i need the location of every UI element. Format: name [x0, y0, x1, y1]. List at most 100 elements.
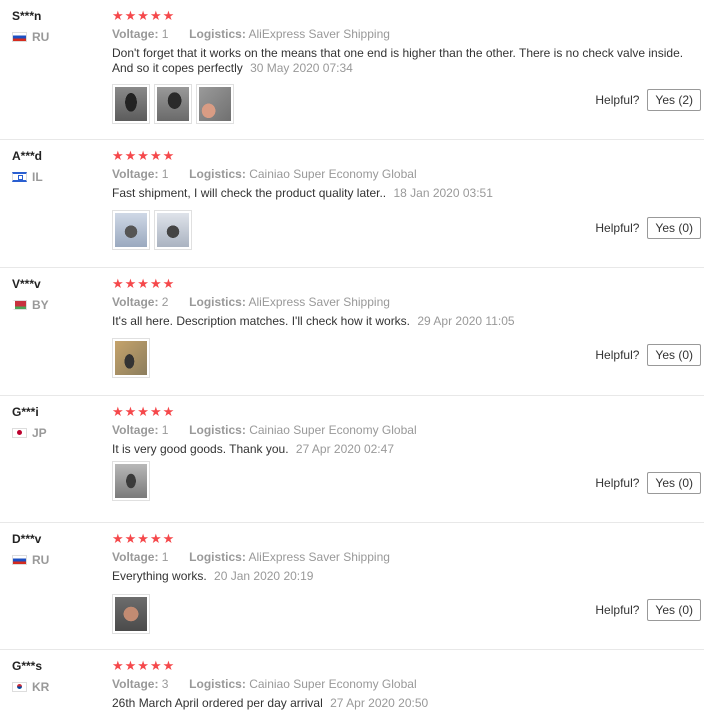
review-body: Everything works.	[112, 569, 207, 583]
review-photo[interactable]	[112, 210, 150, 250]
helpful-section: Helpful? Yes (0)	[595, 344, 701, 366]
order-info: Voltage: 1 Logistics: Cainiao Super Econ…	[112, 167, 694, 181]
order-info: Voltage: 2 Logistics: AliExpress Saver S…	[112, 295, 694, 309]
review-body: It's all here. Description matches. I'll…	[112, 314, 411, 328]
review-body: 26th March April ordered per day arrival	[112, 696, 323, 710]
review-text: It is very good goods. Thank you. 27 Apr…	[112, 442, 692, 457]
reviewer-name: S***n	[12, 9, 42, 23]
review-item: G***s KR ★★★★★ Voltage: 3 Logistics: Cai…	[0, 650, 704, 719]
reviewer-info: G***i JP	[12, 405, 102, 440]
review-body: Don't forget that it works on the means …	[112, 46, 684, 75]
helpful-label: Helpful?	[595, 221, 640, 235]
voltage-value: 3	[161, 677, 169, 691]
helpful-label: Helpful?	[595, 476, 640, 490]
helpful-label: Helpful?	[595, 348, 640, 362]
helpful-yes-button[interactable]: Yes (0)	[647, 472, 701, 494]
logistics-value: AliExpress Saver Shipping	[248, 550, 390, 564]
south-korea-flag-icon	[12, 682, 27, 692]
helpful-yes-button[interactable]: Yes (0)	[647, 344, 701, 366]
reviewer-info: V***v BY	[12, 277, 102, 312]
star-rating: ★★★★★	[112, 276, 176, 291]
star-rating: ★★★★★	[112, 658, 176, 673]
helpful-section: Helpful? Yes (0)	[595, 599, 701, 621]
order-info: Voltage: 3 Logistics: Cainiao Super Econ…	[112, 677, 694, 691]
reviewer-country: KR	[12, 680, 102, 694]
helpful-yes-button[interactable]: Yes (0)	[647, 599, 701, 621]
voltage-value: 2	[161, 295, 169, 309]
star-rating: ★★★★★	[112, 531, 176, 546]
voltage-value: 1	[161, 423, 169, 437]
voltage-label: Voltage:	[112, 27, 159, 41]
review-text: Everything works. 20 Jan 2020 20:19	[112, 569, 692, 584]
voltage-value: 1	[161, 27, 169, 41]
reviewer-name: G***i	[12, 405, 39, 419]
japan-flag-icon	[12, 428, 27, 438]
voltage-label: Voltage:	[112, 295, 159, 309]
country-code: RU	[32, 30, 50, 44]
logistics-value: AliExpress Saver Shipping	[248, 27, 390, 41]
voltage-value: 1	[161, 167, 169, 181]
helpful-section: Helpful? Yes (0)	[595, 217, 701, 239]
reviewer-info: S***n RU	[12, 9, 102, 44]
logistics-label: Logistics:	[189, 677, 246, 691]
review-photo[interactable]	[154, 210, 192, 250]
review-date: 27 Apr 2020 02:47	[295, 442, 394, 456]
order-info: Voltage: 1 Logistics: Cainiao Super Econ…	[112, 423, 694, 437]
reviewer-name: V***v	[12, 277, 41, 291]
review-photos	[112, 84, 234, 124]
review-photos	[112, 461, 150, 501]
order-info: Voltage: 1 Logistics: AliExpress Saver S…	[112, 550, 694, 564]
review-text: Fast shipment, I will check the product …	[112, 186, 692, 201]
logistics-value: AliExpress Saver Shipping	[248, 295, 390, 309]
review-date: 20 Jan 2020 20:19	[214, 569, 314, 583]
reviewer-name: D***v	[12, 532, 42, 546]
helpful-label: Helpful?	[595, 93, 640, 107]
logistics-value: Cainiao Super Economy Global	[249, 677, 417, 691]
reviewer-name: G***s	[12, 659, 43, 673]
review-photo[interactable]	[196, 84, 234, 124]
review-body: Fast shipment, I will check the product …	[112, 186, 387, 200]
review-photo[interactable]	[112, 84, 150, 124]
reviewer-info: D***v RU	[12, 532, 102, 567]
star-rating: ★★★★★	[112, 8, 176, 23]
reviewer-country: RU	[12, 553, 102, 567]
country-code: IL	[32, 170, 43, 184]
review-photo[interactable]	[112, 338, 150, 378]
country-code: KR	[32, 680, 50, 694]
voltage-label: Voltage:	[112, 167, 159, 181]
country-code: RU	[32, 553, 50, 567]
country-code: JP	[32, 426, 47, 440]
review-date: 18 Jan 2020 03:51	[393, 186, 493, 200]
voltage-label: Voltage:	[112, 423, 159, 437]
review-photos	[112, 594, 150, 634]
logistics-value: Cainiao Super Economy Global	[249, 167, 417, 181]
review-photo[interactable]	[154, 84, 192, 124]
review-photo[interactable]	[112, 594, 150, 634]
review-photos	[112, 338, 150, 378]
review-text: It's all here. Description matches. I'll…	[112, 314, 692, 329]
country-code: BY	[32, 298, 49, 312]
helpful-section: Helpful? Yes (2)	[595, 89, 701, 111]
review-text: Don't forget that it works on the means …	[112, 46, 692, 76]
voltage-label: Voltage:	[112, 677, 159, 691]
review-photo[interactable]	[112, 461, 150, 501]
russia-flag-icon	[12, 32, 27, 42]
review-item: A***d IL ★★★★★ Voltage: 1 Logistics: Cai…	[0, 140, 704, 268]
helpful-yes-button[interactable]: Yes (2)	[647, 89, 701, 111]
review-item: S***n RU ★★★★★ Voltage: 1 Logistics: Ali…	[0, 0, 704, 140]
logistics-value: Cainiao Super Economy Global	[249, 423, 417, 437]
reviewer-country: BY	[12, 298, 102, 312]
review-item: D***v RU ★★★★★ Voltage: 1 Logistics: Ali…	[0, 523, 704, 650]
russia-flag-icon	[12, 555, 27, 565]
reviewer-name: A***d	[12, 149, 43, 163]
review-date: 30 May 2020 07:34	[250, 61, 353, 75]
helpful-section: Helpful? Yes (0)	[595, 472, 701, 494]
voltage-value: 1	[161, 550, 169, 564]
review-item: G***i JP ★★★★★ Voltage: 1 Logistics: Cai…	[0, 396, 704, 523]
star-rating: ★★★★★	[112, 148, 176, 163]
logistics-label: Logistics:	[189, 550, 246, 564]
helpful-yes-button[interactable]: Yes (0)	[647, 217, 701, 239]
reviewer-info: A***d IL	[12, 149, 102, 184]
review-date: 29 Apr 2020 11:05	[417, 314, 515, 328]
review-text: 26th March April ordered per day arrival…	[112, 696, 692, 711]
